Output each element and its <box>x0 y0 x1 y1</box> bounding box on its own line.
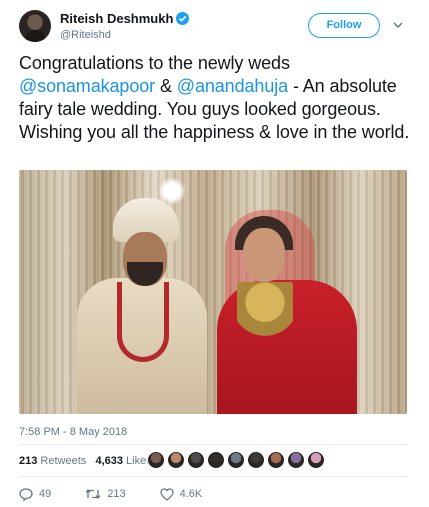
bride-jewelry <box>237 282 293 350</box>
tweet-header: Riteish Deshmukh @Riteishd Follow <box>0 0 429 46</box>
liker-avatar[interactable] <box>267 451 285 469</box>
author-name[interactable]: Riteish Deshmukh <box>60 11 190 26</box>
reply-count: 49 <box>39 488 52 500</box>
retweets-count[interactable]: 213 <box>19 455 37 467</box>
engagement-stats: 213 Retweets 4,633 Likes <box>19 455 152 467</box>
mention-anandahuja[interactable]: @anandahuja <box>177 76 288 96</box>
reply-icon <box>19 487 33 501</box>
liker-avatar[interactable] <box>227 451 245 469</box>
divider-top <box>19 444 407 445</box>
retweet-button[interactable]: 213 <box>85 488 126 500</box>
tweet-text-joiner: & <box>155 76 177 96</box>
bride-face <box>243 228 285 282</box>
liker-avatar[interactable] <box>187 451 205 469</box>
avatar[interactable] <box>19 10 51 42</box>
tweet-text-intro: Congratulations to the newly weds <box>19 53 290 73</box>
liker-avatar[interactable] <box>287 451 305 469</box>
verified-badge-icon <box>176 12 190 25</box>
retweets-label[interactable]: Retweets <box>40 455 86 467</box>
tweet-timestamp[interactable]: 7:58 PM - 8 May 2018 <box>19 426 127 438</box>
mention-sonamakapoor[interactable]: @sonamakapoor <box>19 76 155 96</box>
heart-icon <box>159 487 174 501</box>
liker-avatar[interactable] <box>247 451 265 469</box>
turban-plume <box>159 176 185 206</box>
like-button[interactable]: 4.6K <box>159 487 203 501</box>
retweet-icon <box>85 488 101 500</box>
wedding-photo[interactable] <box>19 170 407 414</box>
likes-count[interactable]: 4,633 <box>95 455 123 467</box>
divider-bottom <box>19 476 407 477</box>
tweet-text: Congratulations to the newly weds @sonama… <box>19 52 414 144</box>
retweet-count: 213 <box>107 488 126 500</box>
like-count: 4.6K <box>179 488 203 500</box>
groom-necklace <box>117 282 169 362</box>
follow-button[interactable]: Follow <box>308 13 380 38</box>
liker-avatar[interactable] <box>147 451 165 469</box>
liker-avatar[interactable] <box>207 451 225 469</box>
liker-avatar[interactable] <box>307 451 325 469</box>
chevron-down-icon[interactable] <box>392 19 404 31</box>
liker-avatars <box>147 451 327 469</box>
author-name-text[interactable]: Riteish Deshmukh <box>60 11 173 26</box>
reply-button[interactable]: 49 <box>19 487 52 501</box>
tweet-actions: 49 213 4.6K <box>19 486 236 502</box>
liker-avatar[interactable] <box>167 451 185 469</box>
author-handle[interactable]: @Riteishd <box>60 29 111 41</box>
